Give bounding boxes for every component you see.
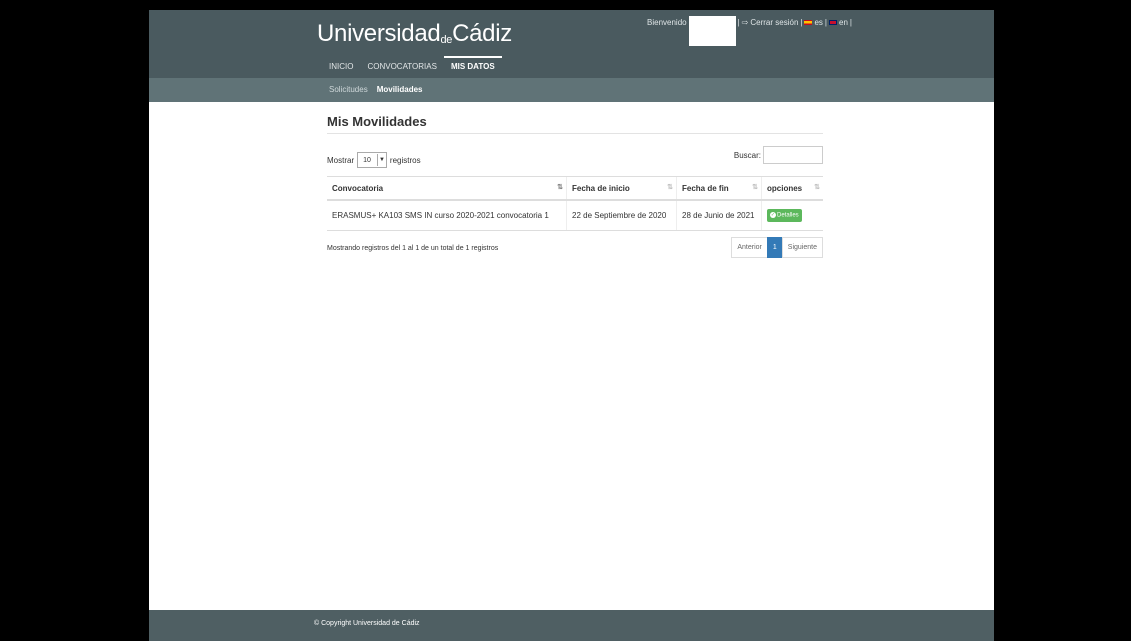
page-title: Mis Movilidades [327, 114, 823, 134]
page-length: Mostrar 10 ▼ registros [327, 152, 421, 168]
welcome-text: Bienvenido [647, 18, 687, 27]
cell-fecha-inicio: 22 de Septiembre de 2020 [566, 200, 677, 231]
next-page-button[interactable]: Siguiente [781, 236, 823, 258]
pagination: Anterior 1 Siguiente [731, 236, 823, 258]
cell-fecha-fin: 28 de Junio de 2021 [676, 200, 762, 231]
nav-mis-datos[interactable]: MIS DATOS [443, 56, 502, 71]
cell-opciones: ✓ Detalles [761, 200, 823, 231]
main-content: Mis Movilidades Mostrar 10 ▼ registros B… [327, 114, 823, 267]
col-fecha-fin[interactable]: Fecha de fin ⇅ [676, 176, 762, 201]
user-bar: Bienvenido | ⇨ Cerrar sesión | es | en | [647, 16, 852, 46]
sub-nav: Solicitudes Movilidades [149, 78, 994, 102]
search-input[interactable] [763, 146, 823, 164]
lang-en[interactable]: en [839, 18, 848, 27]
page-size-value: 10 [363, 156, 371, 164]
table-controls: Mostrar 10 ▼ registros Buscar: [327, 146, 823, 172]
col-convocatoria[interactable]: Convocatoria ⇅ [327, 176, 567, 201]
logo-text-de: de [440, 34, 453, 46]
col-fecha-inicio[interactable]: Fecha de inicio ⇅ [566, 176, 677, 201]
show-label: Mostrar [327, 155, 355, 165]
table-footer: Mostrando registros del 1 al 1 de un tot… [327, 236, 823, 267]
table-row: ERASMUS+ KA103 SMS IN curso 2020-2021 co… [327, 200, 823, 231]
site-header: UniversidaddeCádiz INICIO CONVOCATORIAS … [149, 10, 994, 78]
page-size-select[interactable]: 10 ▼ [357, 152, 387, 168]
col-opciones[interactable]: opciones ⇅ [761, 176, 823, 201]
logo-text-city: Cádiz [452, 20, 512, 47]
nav-inicio[interactable]: INICIO [327, 62, 360, 71]
sort-asc-icon: ⇅ [557, 184, 563, 191]
page-frame: UniversidaddeCádiz INICIO CONVOCATORIAS … [149, 10, 994, 641]
chevron-down-icon: ▼ [376, 154, 386, 166]
user-links: | ⇨ Cerrar sesión | es | en | [737, 18, 852, 27]
spain-flag-icon [804, 20, 813, 25]
copyright: © Copyright Universidad de Cádiz [314, 620, 420, 627]
sort-icon: ⇅ [814, 184, 820, 191]
check-circle-icon: ✓ [770, 212, 776, 218]
nav-convocatorias[interactable]: CONVOCATORIAS [360, 62, 444, 71]
records-info: Mostrando registros del 1 al 1 de un tot… [327, 244, 499, 252]
sort-icon: ⇅ [752, 184, 758, 191]
cell-convocatoria: ERASMUS+ KA103 SMS IN curso 2020-2021 co… [327, 200, 567, 231]
page-1-button[interactable]: 1 [766, 236, 783, 258]
movilidades-table: Convocatoria ⇅ Fecha de inicio ⇅ Fecha de … [327, 176, 823, 231]
records-label: registros [389, 155, 421, 165]
subnav-solicitudes[interactable]: Solicitudes [329, 85, 368, 94]
subnav-movilidades[interactable]: Movilidades [377, 85, 423, 94]
site-footer: © Copyright Universidad de Cádiz [149, 610, 994, 641]
username-redacted [688, 16, 736, 46]
university-logo[interactable]: UniversidaddeCádiz [317, 20, 512, 48]
lang-es[interactable]: es [814, 18, 822, 27]
logout-link[interactable]: Cerrar sesión [750, 18, 798, 27]
search-label: Buscar: [733, 150, 761, 160]
logout-icon: ⇨ [741, 18, 749, 27]
search-box: Buscar: [734, 146, 823, 164]
table-header-row: Convocatoria ⇅ Fecha de inicio ⇅ Fecha de … [327, 176, 823, 201]
prev-page-button[interactable]: Anterior [731, 236, 768, 258]
sort-icon: ⇅ [667, 184, 673, 191]
logo-text: Universidad [317, 20, 441, 47]
uk-flag-icon [829, 20, 837, 25]
details-button[interactable]: ✓ Detalles [767, 209, 802, 222]
top-nav: INICIO CONVOCATORIAS MIS DATOS [327, 56, 502, 71]
